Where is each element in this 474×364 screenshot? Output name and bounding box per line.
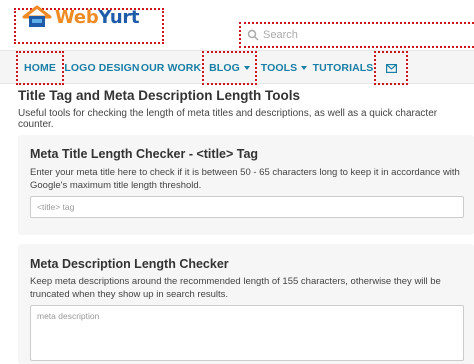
search-icon (247, 29, 259, 41)
nav-our-work[interactable]: OUR WORK (140, 51, 202, 85)
chevron-down-icon (243, 66, 250, 70)
nav-contact[interactable] (374, 51, 408, 85)
nav-our-work-label: OUR WORK (140, 62, 202, 74)
page-intro: Title Tag and Meta Description Length To… (18, 88, 474, 130)
nav-blog-label: BLOG (209, 62, 240, 74)
site-header: WebYurt Search (0, 0, 474, 50)
title-checker-card: Meta Title Length Checker - <title> Tag … (18, 135, 474, 235)
description-checker-heading: Meta Description Length Checker (30, 257, 229, 271)
title-checker-description: Enter your meta title here to check if i… (30, 167, 460, 191)
main-nav: HOME LOGO DESIGN OUR WORK BLOG TOOLS TUT… (0, 50, 474, 85)
nav-home[interactable]: HOME (16, 51, 64, 85)
nav-logo-design-label: LOGO DESIGN (64, 62, 140, 74)
description-checker-card: Meta Description Length Checker Keep met… (18, 244, 474, 364)
title-tag-placeholder: <title> tag (37, 202, 75, 212)
webyurt-logo[interactable]: WebYurt (22, 2, 140, 32)
page-description: Useful tools for checking the length of … (18, 108, 438, 130)
envelope-icon (385, 63, 397, 73)
chevron-down-icon (301, 66, 308, 70)
nav-tutorials[interactable]: TUTORIALS (312, 51, 374, 85)
house-icon (22, 5, 52, 27)
logo-text: WebYurt (55, 6, 140, 28)
page-title: Title Tag and Meta Description Length To… (18, 88, 301, 103)
title-tag-input[interactable]: <title> tag (30, 196, 464, 218)
nav-blog[interactable]: BLOG (202, 51, 257, 85)
nav-home-label: HOME (24, 62, 56, 74)
meta-description-textarea[interactable]: meta description (30, 305, 464, 361)
nav-tools-label: TOOLS (260, 62, 298, 74)
title-checker-heading: Meta Title Length Checker - <title> Tag (30, 147, 259, 161)
nav-tutorials-label: TUTORIALS (312, 62, 374, 74)
meta-description-placeholder: meta description (37, 311, 100, 321)
search-input[interactable]: Search (263, 29, 298, 41)
description-checker-description: Keep meta descriptions around the recomm… (30, 276, 441, 300)
nav-tools[interactable]: TOOLS (258, 51, 310, 85)
search-box[interactable]: Search (239, 22, 474, 48)
nav-logo-design[interactable]: LOGO DESIGN (64, 51, 140, 85)
